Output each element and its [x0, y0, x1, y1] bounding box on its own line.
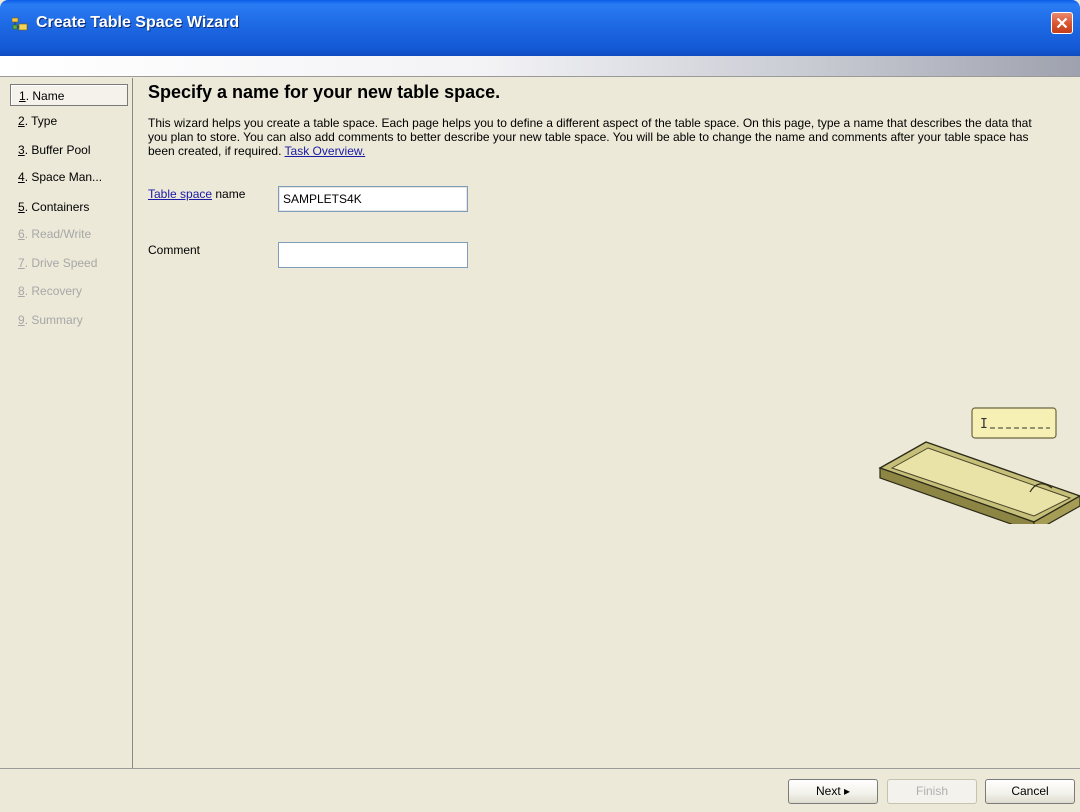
header-strip [0, 56, 1080, 77]
wizard-window: Create Table Space Wizard 1. Name 2. Typ… [0, 0, 1080, 812]
step-summary: 9. Summary [18, 313, 83, 327]
title-bar[interactable]: Create Table Space Wizard [0, 0, 1080, 56]
comment-input[interactable] [278, 242, 468, 268]
finish-button: Finish [887, 779, 977, 804]
cancel-button[interactable]: Cancel [985, 779, 1075, 804]
task-overview-link[interactable]: Task Overview. [285, 144, 366, 158]
close-button[interactable] [1051, 12, 1073, 34]
button-bar: Next ▸ Finish Cancel [0, 768, 1080, 812]
comment-label: Comment [148, 243, 201, 257]
page-heading: Specify a name for your new table space. [148, 82, 501, 102]
page-description: This wizard helps you create a table spa… [148, 116, 1032, 158]
table-space-link[interactable]: Table space [148, 187, 212, 201]
step-containers[interactable]: 5. Containers [10, 196, 128, 218]
window-title: Create Table Space Wizard [36, 14, 240, 31]
next-button[interactable]: Next ▸ [788, 779, 878, 804]
table-space-name-label: Table space name [148, 187, 246, 201]
steps-sidebar: 1. Name 2. Type 3. Buffer Pool 4. Space … [8, 78, 133, 768]
svg-text:I: I [980, 417, 988, 432]
table-space-name-input[interactable] [278, 186, 468, 212]
step-buffer-pool[interactable]: 3. Buffer Pool [10, 139, 128, 161]
app-icon [11, 17, 30, 33]
step-name[interactable]: 1. Name [10, 84, 128, 106]
step-type[interactable]: 2. Type [10, 110, 128, 132]
step-drive-speed: 7. Drive Speed [18, 256, 98, 270]
table-space-illustration: I [878, 407, 1080, 524]
main-panel: Specify a name for your new table space.… [134, 78, 1080, 768]
step-space-management[interactable]: 4. Space Man... [10, 166, 128, 188]
close-icon [1056, 17, 1068, 29]
step-recovery: 8. Recovery [18, 284, 83, 298]
step-read-write: 6. Read/Write [18, 227, 92, 241]
